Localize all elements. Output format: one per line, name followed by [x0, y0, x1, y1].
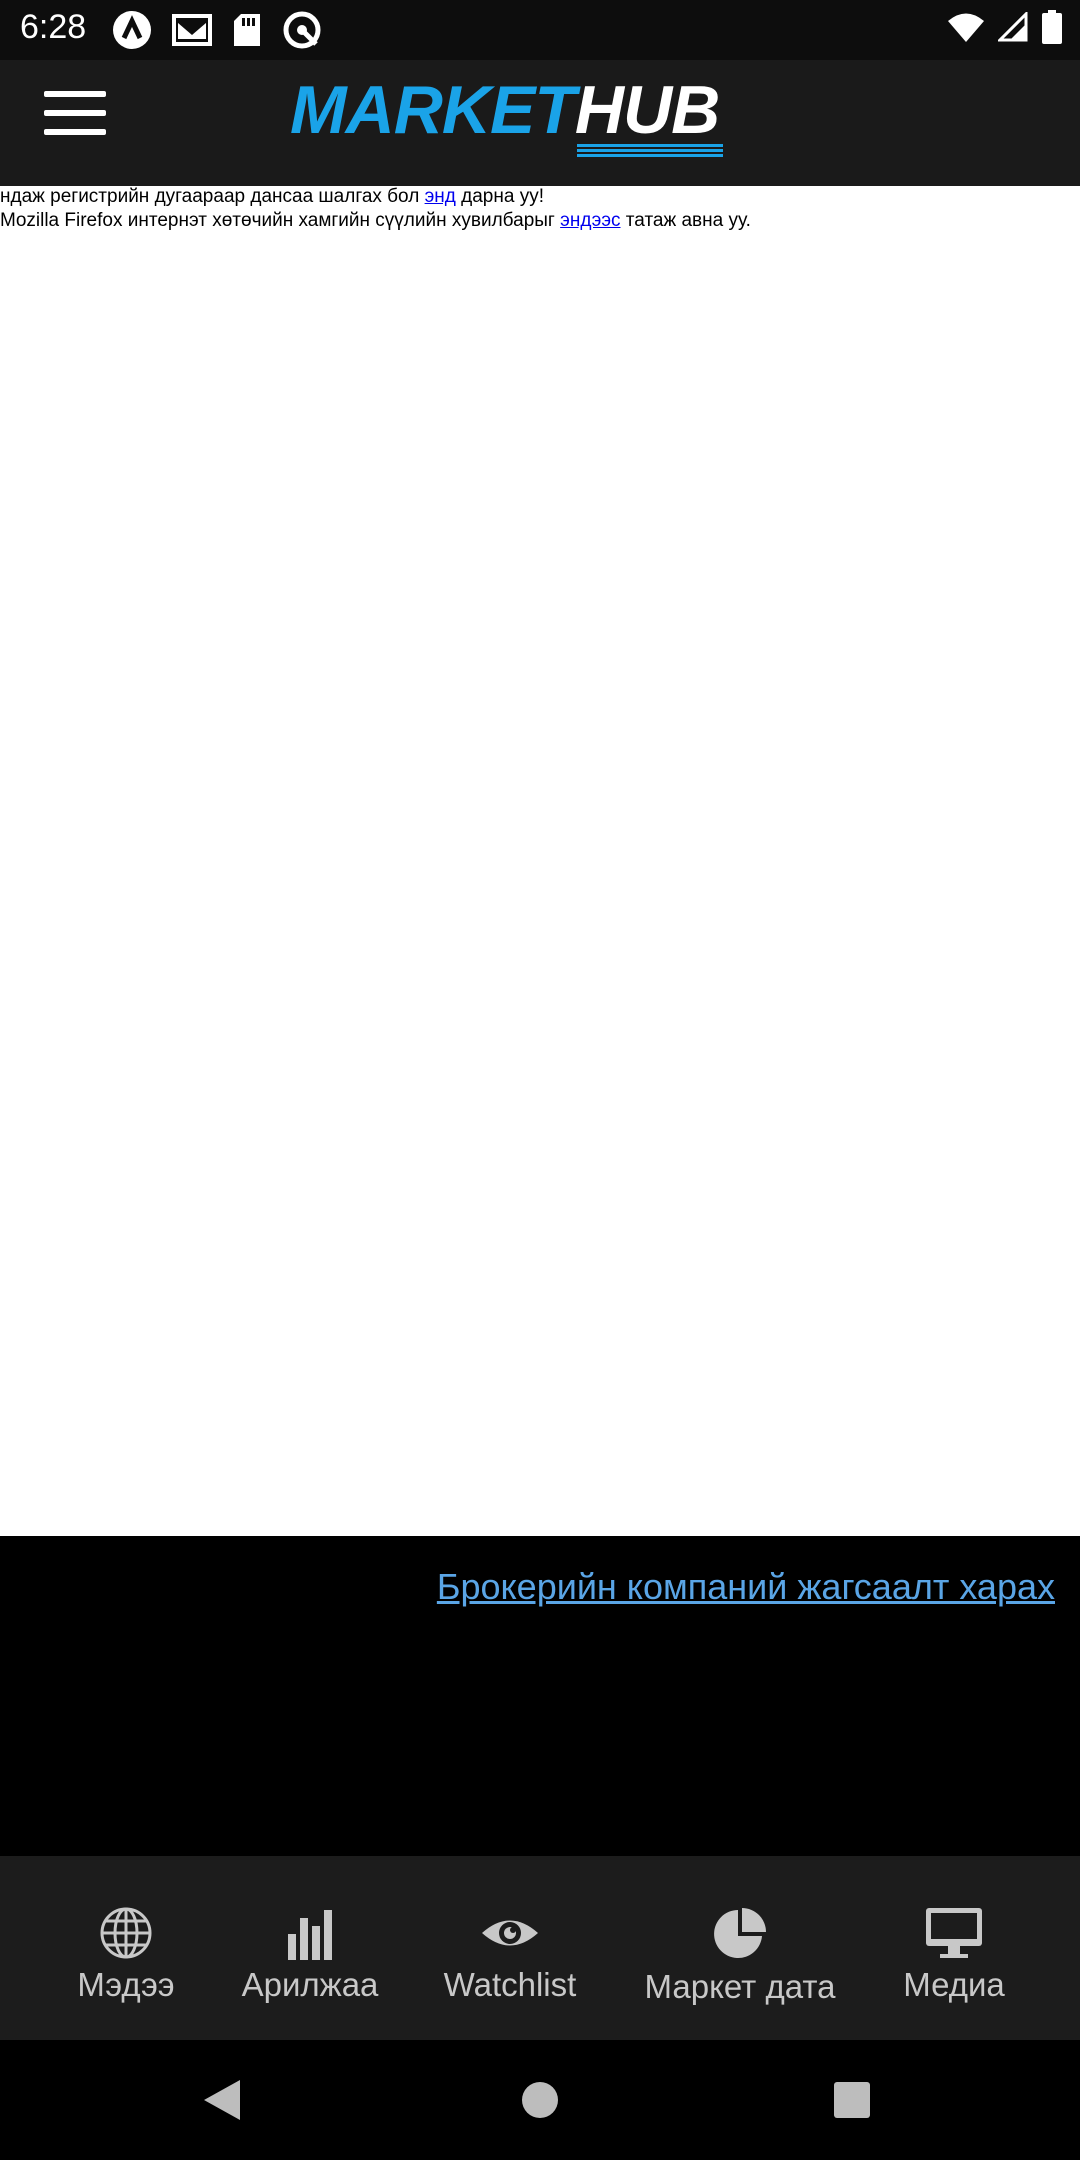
nav-item-media[interactable]: Медиа — [896, 1906, 1012, 2004]
app-header: MARKET HUB — [0, 60, 1080, 186]
system-nav-bar — [0, 2040, 1080, 2160]
pie-chart-icon — [714, 1908, 766, 1958]
back-icon[interactable] — [200, 2076, 244, 2124]
monitor-icon — [926, 1908, 982, 1958]
nav-label: Медиа — [903, 1966, 1005, 2003]
status-bar: 6:28 — [0, 0, 1080, 60]
logo-text-market: MARKET — [290, 72, 576, 148]
eye-icon — [482, 1920, 538, 1946]
markethub-logo[interactable]: MARKET HUB — [290, 72, 724, 157]
menu-icon[interactable] — [44, 91, 106, 137]
broker-panel: Брокерийн компаний жагсаалт харах — [0, 1536, 1080, 1856]
wifi-icon — [948, 13, 984, 42]
globe-icon — [100, 1907, 152, 1959]
broker-list-link[interactable]: Брокерийн компаний жагсаалт харах — [437, 1566, 1055, 1608]
nav-label: Watchlist — [443, 1966, 577, 2003]
bar-chart-icon — [288, 1910, 332, 1960]
sync-icon — [283, 11, 321, 49]
logo-underline-stripes — [576, 144, 724, 158]
info-text: Mozilla Firefox интернэт хөтөчийн хамгий… — [0, 210, 561, 231]
web-content: ндаж регистрийн дугаараар дансаа шалгах … — [0, 186, 1080, 1536]
app-notification-icon — [113, 11, 151, 49]
home-icon[interactable] — [521, 2081, 559, 2119]
info-text: дарна уу! — [455, 186, 544, 207]
logo-text-hub: HUB — [575, 76, 724, 157]
nav-label: Маркет дата — [644, 1968, 836, 2005]
status-system-icons — [948, 10, 1062, 44]
info-line-firefox: Mozilla Firefox интернэт хөтөчийн хамгий… — [0, 210, 751, 232]
nav-label: Мэдээ — [77, 1966, 175, 2003]
nav-label: Арилжаа — [241, 1966, 379, 2003]
battery-icon — [1042, 10, 1062, 44]
info-line-register: ндаж регистрийн дугаараар дансаа шалгах … — [0, 186, 544, 208]
download-link[interactable]: эндээс — [560, 210, 620, 231]
signal-icon — [998, 12, 1028, 42]
status-time: 6:28 — [20, 8, 87, 46]
nav-item-market-data[interactable]: Маркет дата — [640, 1906, 840, 2006]
bottom-nav: Мэдээ Арилжаа Watchlist Маркет дата Меди… — [0, 1856, 1080, 2040]
sd-card-icon — [234, 14, 260, 46]
mail-icon — [172, 14, 212, 46]
logo-text-hub-label: HUB — [574, 72, 720, 148]
status-notification-icons — [112, 10, 322, 50]
nav-item-trading[interactable]: Арилжаа — [240, 1906, 380, 2004]
info-text: татаж авна уу. — [620, 210, 751, 231]
nav-item-news[interactable]: Мэдээ — [72, 1906, 180, 2004]
nav-item-watchlist[interactable]: Watchlist — [440, 1906, 580, 2004]
info-text: ндаж регистрийн дугаараар дансаа шалгах … — [0, 186, 425, 207]
here-link[interactable]: энд — [425, 186, 456, 207]
recents-icon[interactable] — [832, 2080, 872, 2120]
